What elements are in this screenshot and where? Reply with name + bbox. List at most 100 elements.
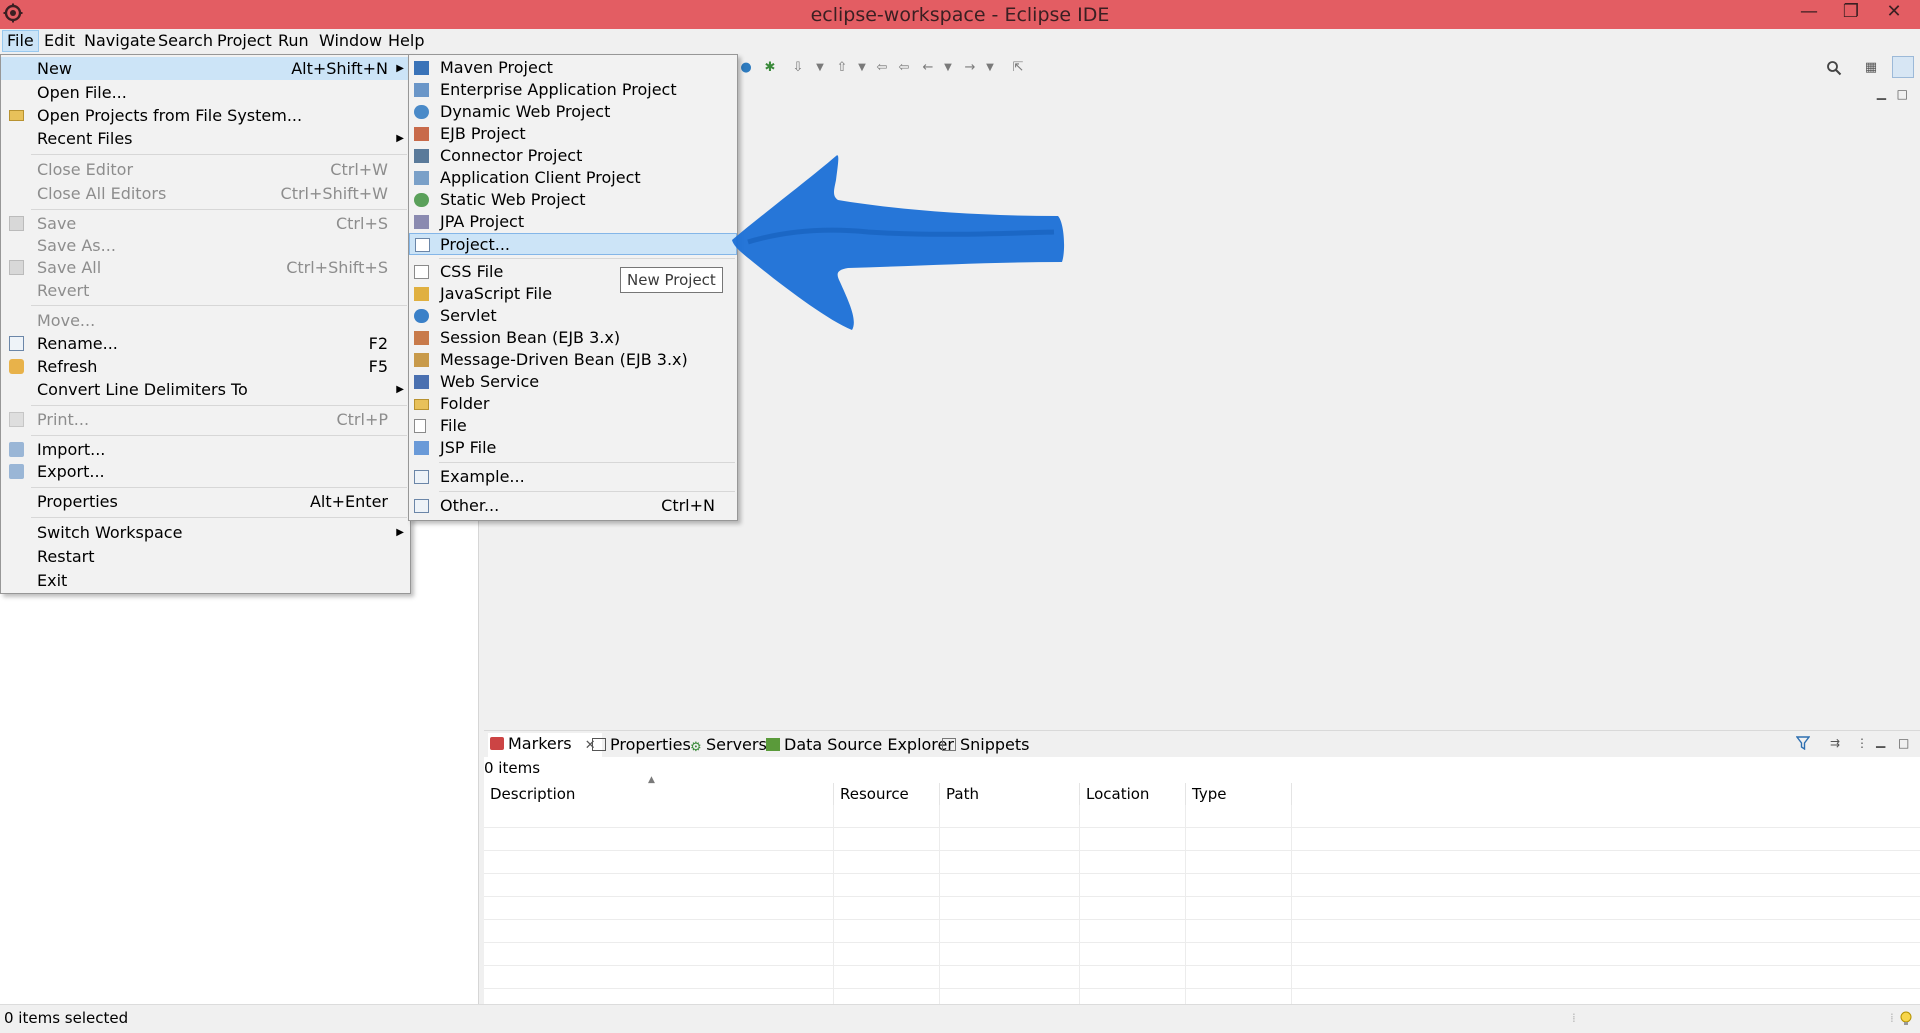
tab-data-source-explorer[interactable]: Data Source Explorer	[766, 735, 954, 755]
back-icon[interactable]: ⇦	[896, 60, 912, 76]
menu-file[interactable]: File	[2, 30, 39, 52]
menu-item-open-projects[interactable]: Open Projects from File System...	[1, 104, 410, 127]
menu-separator	[31, 209, 407, 210]
column-location[interactable]: Location	[1080, 783, 1186, 805]
new-item-maven-project[interactable]: Maven Project	[409, 57, 737, 79]
menu-item-save[interactable]: Save Ctrl+S	[1, 212, 410, 235]
chevron-down-icon[interactable]: ▼	[982, 60, 998, 76]
menu-item-properties[interactable]: Properties Alt+Enter	[1, 490, 410, 513]
menu-item-accel: Ctrl+S	[335, 214, 388, 233]
menu-help[interactable]: Help	[384, 31, 428, 51]
table-row	[484, 805, 1920, 828]
column-resource[interactable]: Resource	[834, 783, 940, 805]
new-item-connector-project[interactable]: Connector Project	[409, 145, 737, 167]
collapse-icon[interactable]: ⇉	[1830, 736, 1840, 750]
new-item-jsp-file[interactable]: JSP File	[409, 437, 737, 459]
column-type[interactable]: Type	[1186, 783, 1292, 805]
minimize-view-icon[interactable]: ▁	[1877, 86, 1886, 100]
menu-project[interactable]: Project	[213, 31, 276, 51]
menu-item-label: Print...	[37, 410, 90, 429]
column-description[interactable]: Description	[484, 783, 834, 805]
table-row	[484, 966, 1920, 989]
tab-servers[interactable]: ⚙ Servers	[690, 735, 767, 755]
last-edit-icon[interactable]: ⇦	[874, 60, 890, 76]
menu-item-export[interactable]: Export...	[1, 460, 410, 483]
menu-item-recent-files[interactable]: Recent Files ▶	[1, 127, 410, 150]
new-item-example[interactable]: Example...	[409, 466, 737, 488]
menu-item-exit[interactable]: Exit	[1, 569, 410, 592]
new-item-application-client-project[interactable]: Application Client Project	[409, 167, 737, 189]
menu-item-save-as[interactable]: Save As...	[1, 234, 410, 257]
column-path[interactable]: Path	[940, 783, 1080, 805]
new-item-ejb-project[interactable]: EJB Project	[409, 123, 737, 145]
filter-icon[interactable]	[1796, 736, 1810, 750]
menu-item-label: Project...	[440, 235, 510, 254]
menu-window[interactable]: Window	[315, 31, 386, 51]
menu-item-import[interactable]: Import...	[1, 438, 410, 461]
new-item-static-web-project[interactable]: Static Web Project	[409, 189, 737, 211]
new-item-session-bean[interactable]: Session Bean (EJB 3.x)	[409, 327, 737, 349]
prev-annotation-icon[interactable]: ⇧	[834, 60, 850, 76]
menu-item-close-editor[interactable]: Close Editor Ctrl+W	[1, 158, 410, 181]
forward-arrow-icon[interactable]: →	[962, 60, 978, 76]
minimize-button[interactable]: —	[1792, 0, 1826, 26]
menu-item-move[interactable]: Move...	[1, 309, 410, 332]
menu-item-refresh[interactable]: Refresh F5	[1, 355, 410, 378]
menu-item-new[interactable]: New Alt+Shift+N ▶	[1, 57, 410, 80]
tab-snippets[interactable]: Snippets	[942, 735, 1030, 755]
connector-project-icon	[414, 149, 429, 163]
menu-item-close-all-editors[interactable]: Close All Editors Ctrl+Shift+W	[1, 182, 410, 205]
menu-bar: File Edit Navigate Search Project Run Wi…	[0, 29, 1920, 53]
table-cell-divider	[939, 920, 940, 942]
menu-item-save-all[interactable]: Save All Ctrl+Shift+S	[1, 256, 410, 279]
servers-icon: ⚙	[690, 740, 702, 755]
menu-item-print[interactable]: Print... Ctrl+P	[1, 408, 410, 431]
menu-navigate[interactable]: Navigate	[80, 31, 160, 51]
new-item-other[interactable]: Other... Ctrl+N	[409, 495, 737, 517]
new-item-enterprise-application-project[interactable]: Enterprise Application Project	[409, 79, 737, 101]
new-item-servlet[interactable]: Servlet	[409, 305, 737, 327]
chevron-down-icon[interactable]: ▼	[854, 60, 870, 76]
menu-item-open-file[interactable]: Open File...	[1, 81, 410, 104]
new-item-dynamic-web-project[interactable]: Dynamic Web Project	[409, 101, 737, 123]
menu-item-label: Exit	[37, 571, 68, 590]
table-cell-divider	[1079, 966, 1080, 988]
tab-properties[interactable]: Properties	[592, 735, 691, 755]
lightbulb-icon[interactable]	[1900, 1011, 1912, 1027]
search-icon[interactable]	[1826, 60, 1842, 76]
menu-item-revert[interactable]: Revert	[1, 279, 410, 302]
new-item-web-service[interactable]: Web Service	[409, 371, 737, 393]
run-server-icon[interactable]: ✱	[762, 60, 778, 76]
table-cell-divider	[833, 805, 834, 827]
menu-item-label: Dynamic Web Project	[440, 102, 611, 121]
new-item-file[interactable]: File	[409, 415, 737, 437]
menu-item-convert-line-delimiters[interactable]: Convert Line Delimiters To ▶	[1, 378, 410, 401]
pin-editor-icon[interactable]: ⇱	[1010, 60, 1026, 76]
next-annotation-icon[interactable]: ⇩	[790, 60, 806, 76]
minimize-panel-icon[interactable]: ▁	[1876, 734, 1885, 748]
menu-item-rename[interactable]: Rename... F2	[1, 332, 410, 355]
view-menu-icon[interactable]: ⋮	[1856, 736, 1868, 750]
menu-item-switch-workspace[interactable]: Switch Workspace ▶	[1, 521, 410, 544]
back-arrow-icon[interactable]: ←	[920, 60, 936, 76]
open-perspective-icon[interactable]: ▦	[1863, 60, 1879, 76]
chevron-down-icon[interactable]: ▼	[940, 60, 956, 76]
maximize-button[interactable]: ❐	[1834, 0, 1868, 26]
tab-markers[interactable]: Markers ✕	[488, 733, 602, 757]
menu-item-restart[interactable]: Restart	[1, 545, 410, 568]
new-item-message-driven-bean[interactable]: Message-Driven Bean (EJB 3.x)	[409, 349, 737, 371]
perspective-icon[interactable]	[1892, 56, 1914, 78]
chevron-down-icon[interactable]: ▼	[812, 60, 828, 76]
menu-item-accel: Ctrl+Shift+W	[280, 184, 388, 203]
menu-edit[interactable]: Edit	[40, 31, 79, 51]
database-icon	[766, 738, 780, 751]
new-item-project[interactable]: Project...	[409, 233, 737, 255]
close-window-button[interactable]: ✕	[1874, 0, 1914, 26]
new-item-jpa-project[interactable]: JPA Project	[409, 211, 737, 233]
maximize-panel-icon[interactable]: □	[1898, 736, 1909, 750]
new-item-folder[interactable]: Folder	[409, 393, 737, 415]
globe-icon[interactable]: ●	[738, 60, 754, 76]
maximize-view-icon[interactable]: □	[1897, 87, 1908, 101]
menu-run[interactable]: Run	[274, 31, 313, 51]
menu-search[interactable]: Search	[154, 31, 217, 51]
